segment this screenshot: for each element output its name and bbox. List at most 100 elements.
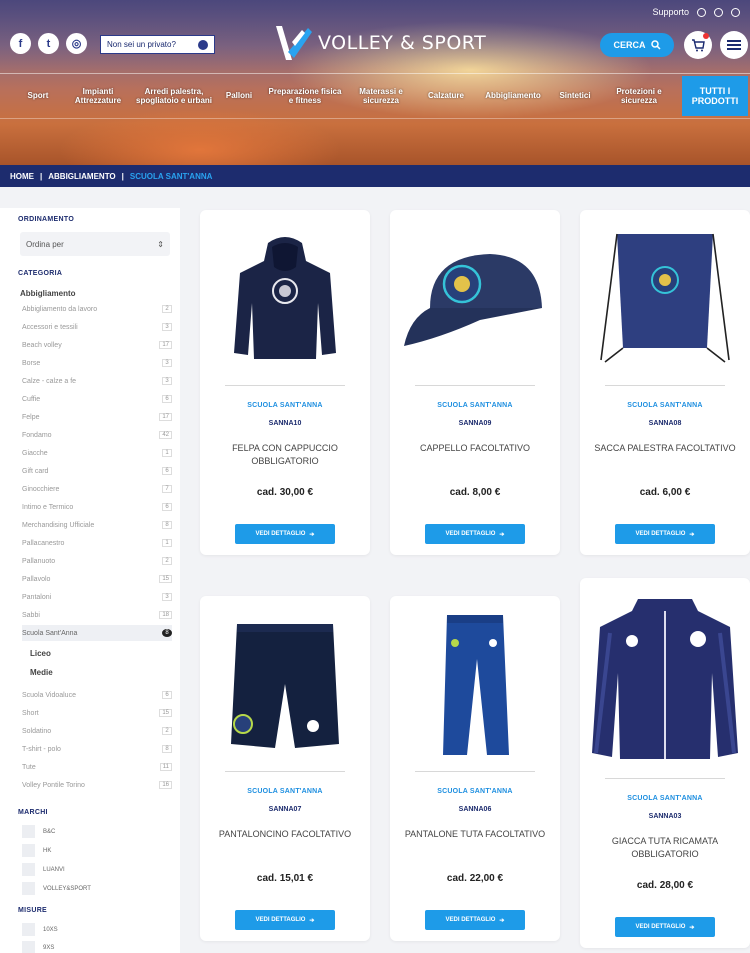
category-item[interactable]: T-shirt - polo 8 (22, 741, 172, 757)
view-details-button[interactable]: VEDI DETTAGLIO ➔ (235, 524, 335, 544)
category-head[interactable]: Abbigliamento (20, 289, 76, 298)
cap-image[interactable] (400, 220, 550, 375)
view-details-button[interactable]: VEDI DETTAGLIO ➔ (425, 910, 525, 930)
nav-item-sintetici[interactable]: Sintetici (552, 74, 598, 118)
checkbox[interactable] (22, 941, 35, 953)
brand-filter[interactable]: LUANVI (22, 863, 65, 876)
category-item[interactable]: Scuola Sant'Anna 8 (22, 625, 172, 641)
category-item[interactable]: Abbigliamento da lavoro 2 (22, 301, 172, 317)
hoodie-image[interactable] (210, 220, 360, 375)
nav-item-arredi[interactable]: Arredi palestra, spogliatoio e urbani (136, 74, 212, 118)
category-item[interactable]: Sabbi 18 (22, 607, 172, 623)
product-card[interactable]: SCUOLA SANT'ANNA SANNA09 CAPPELLO FACOLTAT… (390, 210, 560, 555)
twitter-icon[interactable]: t (38, 33, 59, 54)
category-item[interactable]: Pantaloni 3 (22, 589, 172, 605)
site-logo[interactable]: VOLLEY & SPORT (272, 22, 486, 64)
support-link[interactable]: Supporto (652, 7, 689, 17)
product-name[interactable]: PANTALONCINO FACOLTATIVO (210, 828, 360, 841)
cart-button[interactable] (684, 31, 712, 59)
product-card[interactable]: SCUOLA SANT'ANNA SANNA08 SACCA PALESTRA FA… (580, 210, 750, 555)
product-card[interactable]: SCUOLA SANT'ANNA SANNA03 GIACCA TUTA RICAM… (580, 578, 750, 948)
checkbox[interactable] (22, 825, 35, 838)
category-item[interactable]: Tute 11 (22, 759, 172, 775)
all-products-button[interactable]: TUTTI I PRODOTTI (682, 76, 748, 116)
product-name[interactable]: GIACCA TUTA RICAMATA OBBLIGATORIO (590, 835, 740, 861)
view-details-button[interactable]: VEDI DETTAGLIO ➔ (615, 917, 715, 937)
category-label: Pallanuoto (22, 557, 56, 565)
category-item[interactable]: Giacche 1 (22, 445, 172, 461)
cart-mini-icon[interactable] (731, 7, 740, 17)
size-filter[interactable]: 10XS (22, 923, 58, 936)
category-label: Tute (22, 763, 36, 771)
menu-button[interactable] (720, 31, 748, 59)
category-item[interactable]: Gift card 6 (22, 463, 172, 479)
brand-label: B&C (43, 828, 56, 835)
subcategory-medie[interactable]: Medie (30, 668, 53, 677)
category-item[interactable]: Cuffie 6 (22, 391, 172, 407)
category-label: Accessori e tessili (22, 323, 78, 331)
product-brand: SCUOLA SANT'ANNA (437, 788, 513, 795)
checkbox[interactable] (22, 882, 35, 895)
nav-item-abbigliamento[interactable]: Abbigliamento (476, 74, 550, 118)
nav-item-preparazione[interactable]: Preparazione fisica e fitness (266, 74, 344, 118)
category-item[interactable]: Short 15 (22, 705, 172, 721)
bag-image[interactable] (590, 220, 740, 375)
product-name[interactable]: FELPA CON CAPPUCCIO OBBLIGATORIO (210, 442, 360, 468)
category-item[interactable]: Soldatino 2 (22, 723, 172, 739)
category-item[interactable]: Felpe 17 (22, 409, 172, 425)
category-item[interactable]: Accessori e tessili 3 (22, 319, 172, 335)
breadcrumb-home[interactable]: HOME (10, 172, 34, 181)
user-icon[interactable] (697, 7, 706, 17)
brand-filter[interactable]: B&C (22, 825, 55, 838)
view-details-button[interactable]: VEDI DETTAGLIO ➔ (235, 910, 335, 930)
sort-select[interactable]: Ordina per ⇕ (20, 232, 170, 256)
language-icon[interactable] (714, 7, 723, 17)
cart-icon (692, 38, 705, 51)
category-item[interactable]: Fondamo 42 (22, 427, 172, 443)
category-label: Sabbi (22, 611, 40, 619)
brand-filter[interactable]: HK (22, 844, 51, 857)
category-item[interactable]: Calze - calze a fe 3 (22, 373, 172, 389)
search-button[interactable]: CERCA (600, 33, 674, 57)
nav-item-calzature[interactable]: Calzature (418, 74, 474, 118)
pants-image[interactable] (400, 606, 550, 761)
instagram-icon[interactable]: ◎ (66, 33, 87, 54)
product-card[interactable]: SCUOLA SANT'ANNA SANNA10 FELPA CON CAPPUCC… (200, 210, 370, 555)
product-name[interactable]: SACCA PALESTRA FACOLTATIVO (590, 442, 740, 455)
brand-filter[interactable]: VOLLEY&SPORT (22, 882, 91, 895)
checkbox[interactable] (22, 923, 35, 936)
shorts-image[interactable] (210, 606, 360, 761)
nav-item-palloni[interactable]: Palloni (214, 74, 264, 118)
private-toggle-button[interactable]: Non sei un privato? (100, 35, 215, 54)
product-name[interactable]: PANTALONE TUTA FACOLTATIVO (400, 828, 550, 841)
product-card[interactable]: SCUOLA SANT'ANNA SANNA06 PANTALONE TUTA FA… (390, 596, 560, 941)
size-filter[interactable]: 9XS (22, 941, 54, 953)
breadcrumb-section[interactable]: ABBIGLIAMENTO (48, 172, 115, 181)
private-button-label: Non sei un privato? (107, 40, 176, 49)
nav-item-sport[interactable]: Sport (14, 74, 62, 118)
category-item[interactable]: Pallacanestro 1 (22, 535, 172, 551)
category-item[interactable]: Beach volley 17 (22, 337, 172, 353)
view-details-button[interactable]: VEDI DETTAGLIO ➔ (615, 524, 715, 544)
category-item[interactable]: Merchandising Ufficiale 8 (22, 517, 172, 533)
checkbox[interactable] (22, 863, 35, 876)
product-name[interactable]: CAPPELLO FACOLTATIVO (400, 442, 550, 455)
category-label: Pantaloni (22, 593, 52, 601)
product-card[interactable]: SCUOLA SANT'ANNA SANNA07 PANTALONCINO FACO… (200, 596, 370, 941)
checkbox[interactable] (22, 844, 35, 857)
category-item[interactable]: Pallanuoto 2 (22, 553, 172, 569)
subcategory-liceo[interactable]: Liceo (30, 649, 51, 658)
jacket-image[interactable] (590, 588, 740, 768)
view-details-button[interactable]: VEDI DETTAGLIO ➔ (425, 524, 525, 544)
facebook-icon[interactable]: f (10, 33, 31, 54)
nav-item-protezioni[interactable]: Protezioni e sicurezza (600, 74, 678, 118)
category-item[interactable]: Scuola Vidoaluce 6 (22, 687, 172, 703)
product-code: SANNA08 (648, 420, 682, 427)
category-item[interactable]: Pallavolo 15 (22, 571, 172, 587)
nav-item-impianti[interactable]: Impianti Attrezzature (64, 74, 132, 118)
category-item[interactable]: Volley Pontile Torino 16 (22, 777, 172, 793)
category-item[interactable]: Ginocchiere 7 (22, 481, 172, 497)
nav-item-materassi[interactable]: Materassi e sicurezza (346, 74, 416, 118)
category-item[interactable]: Intimo e Termico 6 (22, 499, 172, 515)
category-item[interactable]: Borse 3 (22, 355, 172, 371)
